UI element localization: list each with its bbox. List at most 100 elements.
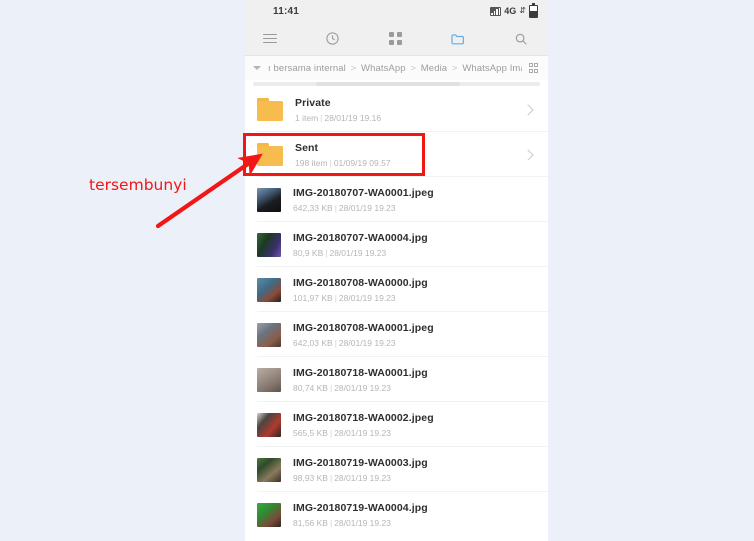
file-thumbnail bbox=[257, 457, 281, 482]
file-row[interactable]: IMG-20180707-WA0001.jpeg 642,33 KB | 28/01/… bbox=[245, 177, 548, 222]
file-row[interactable]: IMG-20180718-WA0001.jpg 80,74 KB | 28/01/19… bbox=[245, 357, 548, 402]
modified-date: 28/01/19 19.23 bbox=[338, 202, 396, 213]
row-text: IMG-20180718-WA0002.jpeg 565,5 KB | 28/01/1… bbox=[293, 412, 538, 438]
file-name: IMG-20180719-WA0003.jpg bbox=[293, 456, 428, 469]
file-name: IMG-20180708-WA0000.jpg bbox=[293, 276, 428, 289]
file-row[interactable]: IMG-20180719-WA0004.jpg 81,56 KB | 28/01/19… bbox=[245, 492, 548, 537]
modified-date: 28/01/19 19.23 bbox=[334, 427, 391, 438]
chevron-right-icon[interactable] bbox=[522, 148, 534, 161]
file-name: IMG-20180708-WA0001.jpeg bbox=[293, 321, 434, 334]
recent-icon[interactable] bbox=[320, 26, 346, 52]
breadcrumb-segment[interactable]: ı bersama internal bbox=[268, 63, 346, 74]
breadcrumb-separator: > bbox=[451, 62, 458, 74]
item-count: 198 item bbox=[295, 157, 328, 168]
file-list: Private 1 item | 28/01/19 19.16 Sent 198 item… bbox=[245, 87, 548, 537]
file-thumbnail bbox=[257, 232, 281, 257]
modified-date: 28/01/19 19.23 bbox=[334, 517, 391, 528]
folders-icon[interactable] bbox=[445, 26, 471, 52]
modified-date: 01/09/19 09.57 bbox=[333, 157, 391, 168]
file-name: IMG-20180719-WA0004.jpg bbox=[293, 501, 428, 514]
row-meta: 98,93 KB | 28/01/19 19.23 bbox=[293, 473, 538, 483]
file-size: 642,03 KB bbox=[293, 337, 333, 348]
file-size: 642,33 KB bbox=[293, 202, 333, 213]
folder-name: Private bbox=[295, 96, 331, 109]
file-row[interactable]: IMG-20180708-WA0000.jpg 101,97 KB | 28/01/1… bbox=[245, 267, 548, 312]
folder-icon bbox=[257, 143, 283, 166]
file-thumbnail bbox=[257, 277, 281, 302]
app-toolbar bbox=[245, 22, 548, 56]
item-count: 1 item bbox=[295, 112, 319, 123]
row-text: IMG-20180707-WA0001.jpeg 642,33 KB | 28/01/… bbox=[293, 187, 538, 213]
modified-date: 28/01/19 19.23 bbox=[334, 382, 391, 393]
file-thumbnail bbox=[257, 367, 281, 392]
row-meta: 642,03 KB | 28/01/19 19.23 bbox=[293, 338, 538, 348]
search-icon[interactable] bbox=[508, 26, 534, 52]
file-size: 81,56 KB bbox=[293, 517, 328, 528]
file-name: IMG-20180718-WA0002.jpeg bbox=[293, 411, 434, 424]
status-bar: 11:41 4G ⇵ bbox=[245, 0, 548, 22]
breadcrumb-path[interactable]: ı bersama internal > WhatsApp > Media > … bbox=[268, 63, 522, 74]
breadcrumb-segment[interactable]: Media bbox=[421, 63, 447, 74]
file-row[interactable]: IMG-20180719-WA0003.jpg 98,93 KB | 28/01/19… bbox=[245, 447, 548, 492]
breadcrumb-scrollbar[interactable] bbox=[245, 80, 548, 87]
row-meta: 565,5 KB | 28/01/19 19.23 bbox=[293, 428, 538, 438]
file-size: 98,93 KB bbox=[293, 472, 328, 483]
modified-date: 28/01/19 19.16 bbox=[324, 112, 382, 123]
file-thumbnail bbox=[257, 322, 281, 347]
row-text: IMG-20180708-WA0001.jpeg 642,03 KB | 28/01/… bbox=[293, 322, 538, 348]
categories-icon[interactable] bbox=[383, 26, 409, 52]
file-size: 565,5 KB bbox=[293, 427, 328, 438]
network-type-label: 4G bbox=[504, 6, 517, 16]
breadcrumb-separator: > bbox=[410, 62, 417, 74]
file-size: 80,9 KB bbox=[293, 247, 324, 258]
breadcrumb-segment[interactable]: WhatsApp bbox=[361, 63, 406, 74]
modified-date: 28/01/19 19.23 bbox=[338, 337, 396, 348]
row-meta: 80,9 KB | 28/01/19 19.23 bbox=[293, 248, 538, 258]
file-thumbnail bbox=[257, 187, 281, 212]
row-meta: 80,74 KB | 28/01/19 19.23 bbox=[293, 383, 538, 393]
modified-date: 28/01/19 19.23 bbox=[334, 472, 391, 483]
folder-row[interactable]: Sent 198 item | 01/09/19 09.57 bbox=[245, 132, 548, 177]
file-name: IMG-20180718-WA0001.jpg bbox=[293, 366, 428, 379]
menu-icon[interactable] bbox=[257, 26, 283, 52]
row-text: Private 1 item | 28/01/19 19.16 bbox=[295, 97, 524, 123]
battery-icon bbox=[529, 3, 538, 18]
grid-view-icon[interactable] bbox=[528, 63, 538, 73]
modified-date: 28/01/19 19.23 bbox=[329, 247, 387, 258]
file-thumbnail bbox=[257, 502, 281, 527]
file-name: IMG-20180707-WA0004.jpg bbox=[293, 231, 428, 244]
breadcrumb-separator: > bbox=[350, 62, 357, 74]
file-thumbnail bbox=[257, 412, 281, 437]
folder-name: Sent bbox=[295, 141, 319, 154]
row-text: IMG-20180718-WA0001.jpg 80,74 KB | 28/01/19… bbox=[293, 367, 538, 393]
row-meta: 1 item | 28/01/19 19.16 bbox=[295, 113, 524, 123]
row-text: IMG-20180708-WA0000.jpg 101,97 KB | 28/01/1… bbox=[293, 277, 538, 303]
status-bar-indicators: 4G ⇵ bbox=[490, 3, 538, 18]
row-text: Sent 198 item | 01/09/19 09.57 bbox=[295, 142, 524, 168]
row-meta: 198 item | 01/09/19 09.57 bbox=[295, 158, 524, 168]
folder-icon bbox=[257, 98, 283, 121]
row-text: IMG-20180719-WA0003.jpg 98,93 KB | 28/01/19… bbox=[293, 457, 538, 483]
file-name: IMG-20180707-WA0001.jpeg bbox=[293, 186, 434, 199]
file-row[interactable]: IMG-20180707-WA0004.jpg 80,9 KB | 28/01/19 … bbox=[245, 222, 548, 267]
data-transfer-arrows-icon: ⇵ bbox=[519, 6, 526, 15]
file-size: 80,74 KB bbox=[293, 382, 328, 393]
row-meta: 642,33 KB | 28/01/19 19.23 bbox=[293, 203, 538, 213]
row-text: IMG-20180707-WA0004.jpg 80,9 KB | 28/01/19 … bbox=[293, 232, 538, 258]
row-text: IMG-20180719-WA0004.jpg 81,56 KB | 28/01/19… bbox=[293, 502, 538, 528]
modified-date: 28/01/19 19.23 bbox=[338, 292, 396, 303]
file-row[interactable]: IMG-20180718-WA0002.jpeg 565,5 KB | 28/01/1… bbox=[245, 402, 548, 447]
file-size: 101,97 KB bbox=[293, 292, 333, 303]
breadcrumb-bar: ı bersama internal > WhatsApp > Media > … bbox=[245, 56, 548, 80]
annotation-label: tersembunyi bbox=[89, 176, 187, 194]
row-meta: 81,56 KB | 28/01/19 19.23 bbox=[293, 518, 538, 528]
breadcrumb-segment[interactable]: WhatsApp Image bbox=[462, 63, 521, 74]
file-row[interactable]: IMG-20180708-WA0001.jpeg 642,03 KB | 28/01/… bbox=[245, 312, 548, 357]
signal-bars-icon bbox=[490, 6, 502, 16]
chevron-down-icon[interactable] bbox=[253, 66, 261, 70]
chevron-right-icon[interactable] bbox=[522, 103, 534, 116]
folder-row[interactable]: Private 1 item | 28/01/19 19.16 bbox=[245, 87, 548, 132]
scrollbar-thumb[interactable] bbox=[316, 82, 460, 86]
phone-screen: 11:41 4G ⇵ ı bersama internal > WhatsApp… bbox=[245, 0, 548, 541]
status-bar-clock: 11:41 bbox=[273, 5, 300, 17]
